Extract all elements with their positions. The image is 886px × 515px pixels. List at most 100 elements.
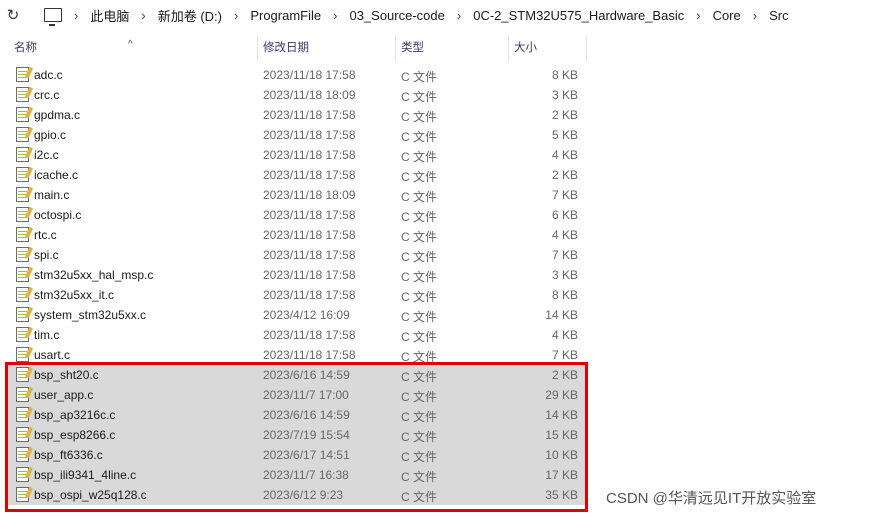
file-size: 4 KB	[551, 328, 578, 342]
file-size: 8 KB	[551, 288, 578, 302]
file-row[interactable]: bsp_sht20.c 2023/6/16 14:59 C 文件 2 KB	[8, 365, 586, 385]
file-type: C 文件	[401, 310, 438, 324]
file-row[interactable]: main.c 2023/11/18 18:09 C 文件 7 KB	[8, 185, 586, 205]
file-name: main.c	[34, 188, 70, 202]
file-type: C 文件	[401, 350, 438, 364]
file-name: bsp_esp8266.c	[34, 428, 116, 442]
file-type: C 文件	[401, 250, 438, 264]
chevron-right-icon[interactable]: ›	[234, 8, 238, 23]
column-divider[interactable]	[395, 36, 396, 62]
column-divider[interactable]	[508, 36, 509, 62]
column-header-date[interactable]: 修改日期	[263, 39, 309, 55]
file-size: 4 KB	[551, 228, 578, 242]
file-row[interactable]: usart.c 2023/11/18 17:58 C 文件 7 KB	[8, 345, 586, 365]
file-type: C 文件	[401, 230, 438, 244]
file-size: 3 KB	[551, 268, 578, 282]
file-row[interactable]: tim.c 2023/11/18 17:58 C 文件 4 KB	[8, 325, 586, 345]
c-file-icon	[16, 227, 29, 242]
file-name: octospi.c	[34, 208, 82, 222]
file-type: C 文件	[401, 130, 438, 144]
file-row[interactable]: octospi.c 2023/11/18 17:58 C 文件 6 KB	[8, 205, 586, 225]
file-size: 4 KB	[551, 148, 578, 162]
file-row[interactable]: system_stm32u5xx.c 2023/4/12 16:09 C 文件 14 …	[8, 305, 586, 325]
chevron-right-icon[interactable]: ›	[74, 8, 78, 23]
monitor-icon[interactable]	[44, 8, 62, 26]
file-name: tim.c	[34, 328, 60, 342]
breadcrumb-source-code[interactable]: 03_Source-code	[349, 8, 444, 23]
column-header-name[interactable]: 名称	[14, 39, 37, 55]
file-row[interactable]: gpio.c 2023/11/18 17:58 C 文件 5 KB	[8, 125, 586, 145]
chevron-right-icon[interactable]: ›	[141, 8, 145, 23]
file-type: C 文件	[401, 290, 438, 304]
file-row[interactable]: bsp_ap3216c.c 2023/6/16 14:59 C 文件 14 KB	[8, 405, 586, 425]
c-file-icon	[16, 127, 29, 142]
file-date: 2023/7/19 15:54	[263, 428, 350, 442]
file-size: 7 KB	[551, 188, 578, 202]
file-type: C 文件	[401, 390, 438, 404]
c-file-icon	[16, 287, 29, 302]
file-row[interactable]: stm32u5xx_it.c 2023/11/18 17:58 C 文件 8 KB	[8, 285, 586, 305]
file-type: C 文件	[401, 330, 438, 344]
file-date: 2023/11/18 17:58	[263, 268, 356, 282]
file-size: 15 KB	[545, 428, 578, 442]
file-size: 6 KB	[551, 208, 578, 222]
file-row[interactable]: bsp_ft6336.c 2023/6/17 14:51 C 文件 10 KB	[8, 445, 586, 465]
column-header-size[interactable]: 大小	[514, 39, 537, 55]
chevron-right-icon[interactable]: ›	[457, 8, 461, 23]
file-date: 2023/11/18 17:58	[263, 108, 356, 122]
file-type: C 文件	[401, 430, 438, 444]
file-date: 2023/6/16 14:59	[263, 368, 350, 382]
file-date: 2023/11/18 17:58	[263, 348, 356, 362]
column-divider[interactable]	[586, 36, 587, 62]
file-name: bsp_ap3216c.c	[34, 408, 116, 422]
file-row[interactable]: adc.c 2023/11/18 17:58 C 文件 8 KB	[8, 65, 586, 85]
file-row[interactable]: icache.c 2023/11/18 17:58 C 文件 2 KB	[8, 165, 586, 185]
file-type: C 文件	[401, 370, 438, 384]
breadcrumb-project[interactable]: 0C-2_STM32U575_Hardware_Basic	[473, 8, 684, 23]
column-header-type[interactable]: 类型	[401, 39, 424, 55]
file-size: 35 KB	[545, 488, 578, 502]
address-bar[interactable]: ↻ › 此电脑 › 新加卷 (D:) › ProgramFile › 03_So…	[0, 0, 886, 30]
file-row[interactable]: i2c.c 2023/11/18 17:58 C 文件 4 KB	[8, 145, 586, 165]
file-row[interactable]: bsp_ospi_w25q128.c 2023/6/12 9:23 C 文件 35 K…	[8, 485, 586, 505]
file-size: 14 KB	[545, 408, 578, 422]
file-type: C 文件	[401, 90, 438, 104]
breadcrumb-src[interactable]: Src	[769, 8, 789, 23]
file-date: 2023/11/18 17:58	[263, 288, 356, 302]
file-type: C 文件	[401, 450, 438, 464]
sort-up-arrow-icon: ^	[128, 39, 133, 50]
breadcrumb-this-pc[interactable]: 此电脑	[90, 6, 129, 25]
c-file-icon	[16, 307, 29, 322]
file-date: 2023/11/18 17:58	[263, 68, 356, 82]
file-size: 3 KB	[551, 88, 578, 102]
breadcrumb-programfile[interactable]: ProgramFile	[250, 8, 321, 23]
file-row[interactable]: bsp_ili9341_4line.c 2023/11/7 16:38 C 文件 17…	[8, 465, 586, 485]
breadcrumb-drive[interactable]: 新加卷 (D:)	[158, 6, 222, 25]
c-file-icon	[16, 467, 29, 482]
column-divider[interactable]	[257, 36, 258, 62]
file-date: 2023/11/7 16:38	[263, 468, 349, 482]
file-date: 2023/6/12 9:23	[263, 488, 344, 502]
breadcrumb-core[interactable]: Core	[713, 8, 741, 23]
chevron-right-icon[interactable]: ›	[333, 8, 337, 23]
c-file-icon	[16, 427, 29, 442]
c-file-icon	[16, 387, 29, 402]
refresh-icon[interactable]: ↻	[2, 6, 24, 24]
chevron-right-icon[interactable]: ›	[753, 8, 757, 23]
file-row[interactable]: user_app.c 2023/11/7 17:00 C 文件 29 KB	[8, 385, 586, 405]
c-file-icon	[16, 447, 29, 462]
file-row[interactable]: crc.c 2023/11/18 18:09 C 文件 3 KB	[8, 85, 586, 105]
file-date: 2023/11/18 17:58	[263, 208, 356, 222]
file-size: 29 KB	[545, 388, 578, 402]
file-type: C 文件	[401, 110, 438, 124]
file-row[interactable]: gpdma.c 2023/11/18 17:58 C 文件 2 KB	[8, 105, 586, 125]
file-row[interactable]: rtc.c 2023/11/18 17:58 C 文件 4 KB	[8, 225, 586, 245]
c-file-icon	[16, 167, 29, 182]
chevron-right-icon[interactable]: ›	[696, 8, 700, 23]
file-name: system_stm32u5xx.c	[34, 308, 147, 322]
file-row[interactable]: stm32u5xx_hal_msp.c 2023/11/18 17:58 C 文件 3…	[8, 265, 586, 285]
file-row[interactable]: bsp_esp8266.c 2023/7/19 15:54 C 文件 15 KB	[8, 425, 586, 445]
file-name: spi.c	[34, 248, 59, 262]
c-file-icon	[16, 187, 29, 202]
file-row[interactable]: spi.c 2023/11/18 17:58 C 文件 7 KB	[8, 245, 586, 265]
